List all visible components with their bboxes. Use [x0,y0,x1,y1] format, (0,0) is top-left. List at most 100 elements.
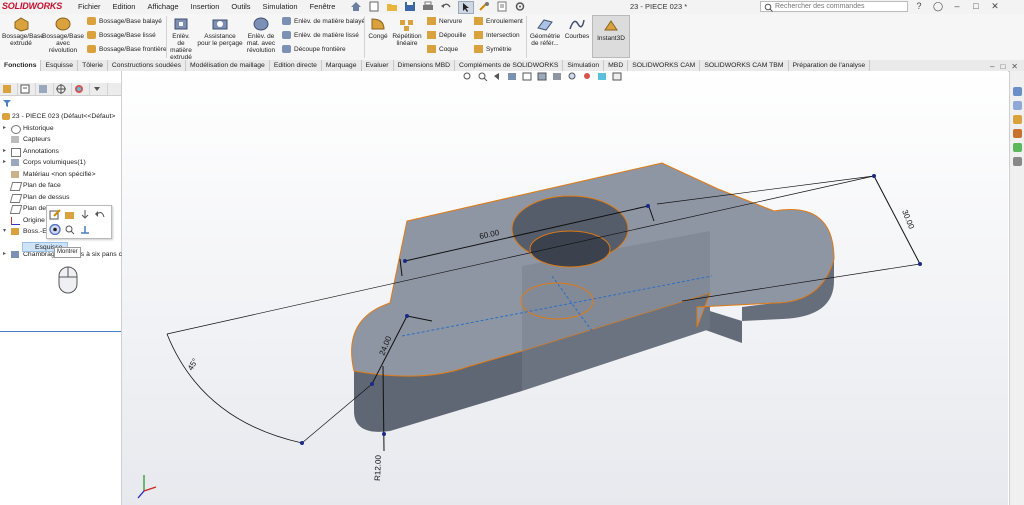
menu-simulation[interactable]: Simulation [257,2,304,11]
custom-properties-icon[interactable] [1013,157,1022,166]
menu-affichage[interactable]: Affichage [141,2,184,11]
enlev-lisse-button[interactable]: Enlèv. de matière lissé [282,31,359,39]
coque-button[interactable]: Coque [427,45,458,53]
user-icon[interactable]: ◯ [933,1,943,12]
tab-preparation-analyse[interactable]: Préparation de l'analyse [789,60,871,71]
enlev-balaye-button[interactable]: Enlèv. de matière balayé [282,17,365,25]
instant3d-button[interactable]: Instant3D [592,15,630,58]
bossage-balaye-button[interactable]: Bossage/Base balayé [87,17,162,25]
tree-item-corps-volumiques[interactable]: ▸ Corps volumiques(1) [0,157,121,169]
viewport-restore-icon[interactable]: □ [1000,62,1005,71]
decoupe-frontiere-button[interactable]: Découpe frontière [282,45,346,53]
edit-appearance-icon[interactable] [582,72,593,81]
tab-tolerie[interactable]: Tôlerie [78,60,108,71]
print-icon[interactable] [422,1,436,12]
tree-item-plan-face[interactable]: Plan de face [0,180,121,192]
geometrie-reference-button[interactable]: Géométrie de référ... [528,16,562,47]
zoom-to-fit-icon[interactable] [462,72,473,81]
depouille-button[interactable]: Dépouille [427,31,466,39]
menu-fichier[interactable]: Fichier [72,2,107,11]
file-explorer-icon[interactable] [1013,115,1022,124]
feature-manager-tab-icon[interactable] [0,83,18,95]
tab-fonctions[interactable]: Fonctions [0,60,42,71]
tab-solidworks-cam[interactable]: SOLIDWORKS CAM [628,60,701,71]
show-eye-icon[interactable] [49,224,61,235]
enroulement-button[interactable]: Enroulement [474,17,523,25]
rollback-icon[interactable] [79,209,91,220]
normal-to-icon[interactable] [79,224,91,235]
tree-root-part[interactable]: 23 - PIECE 023 (Défaut<<Défaut> [0,111,121,123]
viewport-close-icon[interactable]: ✕ [1011,62,1018,71]
tree-item-annotations[interactable]: ▸ Annotations [0,146,121,158]
home-icon[interactable] [350,1,364,12]
edit-sketch-icon[interactable] [49,209,61,220]
menu-fenetre[interactable]: Fenêtre [304,2,342,11]
symetrie-button[interactable]: Symétrie [474,45,512,53]
tree-item-plan-dessus[interactable]: Plan de dessus [0,192,121,204]
bossage-lisse-button[interactable]: Bossage/Base lissé [87,31,156,39]
dimxpert-tab-icon[interactable] [54,83,72,95]
bossage-frontiere-button[interactable]: Bossage/Base frontière [87,45,167,53]
tab-mbd[interactable]: MBD [604,60,629,71]
enlev-extrude-button[interactable]: Enlèv. de matière extrudé [168,16,194,61]
enlev-revolution-button[interactable]: Enlèv. de mat. avec révolution [244,16,278,54]
filter-icon[interactable] [3,100,11,107]
new-document-icon[interactable] [368,1,382,12]
tab-evaluer[interactable]: Evaluer [362,60,394,71]
assistance-percage-button[interactable]: Assistance pour le perçage [197,16,243,47]
help-icon[interactable]: ? [914,1,924,12]
repetition-lineaire-button[interactable]: Répétition linéaire [391,16,423,47]
zoom-area-icon[interactable] [477,72,488,82]
conge-button[interactable]: Congé [366,16,390,40]
options-gear-icon[interactable] [514,1,528,12]
tree-item-capteurs[interactable]: Capteurs [0,134,121,146]
rebuild-icon[interactable] [478,1,492,12]
model-canvas[interactable]: 60.00 30.00 24.00 R12.00 45° [122,71,1008,505]
bossage-extrude-button[interactable]: Bossage/Base extrudé [2,16,44,47]
view-settings-icon[interactable] [612,72,623,81]
view-palette-icon[interactable] [1013,129,1022,138]
tab-dimensions-mbd[interactable]: Dimensions MBD [394,60,456,71]
tree-item-historique[interactable]: ▸ Historique [0,123,121,135]
tab-constructions-soudees[interactable]: Constructions soudées [108,60,186,71]
select-cursor-icon[interactable] [458,1,474,14]
bossage-revolution-button[interactable]: Bossage/Base avec révolution [42,16,84,54]
panel-more-icon[interactable] [90,83,108,95]
dynamic-annotation-icon[interactable] [522,72,533,81]
display-style-icon[interactable] [552,72,563,81]
dimension-r12[interactable]: R12.00 [373,454,383,481]
previous-view-icon[interactable] [492,72,503,81]
solidworks-resources-icon[interactable] [1013,87,1022,96]
search-commands-input[interactable]: Rechercher des commandes [760,1,908,12]
tab-solidworks-cam-tbm[interactable]: SOLIDWORKS CAM TBM [700,60,789,71]
display-manager-tab-icon[interactable] [72,83,90,95]
save-icon[interactable] [404,1,418,12]
courbes-button[interactable]: Courbes [563,16,591,40]
minimize-icon[interactable]: – [952,1,962,12]
tab-simulation[interactable]: Simulation [563,60,605,71]
menu-insertion[interactable]: Insertion [185,2,226,11]
tab-complements[interactable]: Compléments de SOLIDWORKS [455,60,564,71]
hide-show-items-icon[interactable] [567,72,578,81]
section-view-icon[interactable] [507,72,518,81]
tab-edition-directe[interactable]: Edition directe [270,60,322,71]
open-folder-icon[interactable] [386,1,400,12]
appearances-icon[interactable] [1013,143,1022,152]
undo-arrow-icon[interactable] [94,209,106,220]
edit-feature-icon[interactable] [64,209,76,220]
restore-icon[interactable]: □ [971,1,981,12]
zoom-to-selection-icon[interactable] [64,224,76,235]
tab-marquage[interactable]: Marquage [322,60,362,71]
property-manager-tab-icon[interactable] [18,83,36,95]
menu-outils[interactable]: Outils [225,2,256,11]
viewport-minimize-icon[interactable]: – [990,62,994,71]
configuration-manager-tab-icon[interactable] [36,83,54,95]
tab-esquisse[interactable]: Esquisse [41,60,79,71]
undo-icon[interactable] [440,1,454,12]
tree-item-materiau[interactable]: Matériau <non spécifié> [0,169,121,181]
design-library-icon[interactable] [1013,101,1022,110]
file-properties-icon[interactable] [496,1,510,12]
view-orientation-icon[interactable] [537,72,548,81]
close-icon[interactable]: ✕ [990,1,1000,12]
through-hole[interactable] [529,230,611,268]
